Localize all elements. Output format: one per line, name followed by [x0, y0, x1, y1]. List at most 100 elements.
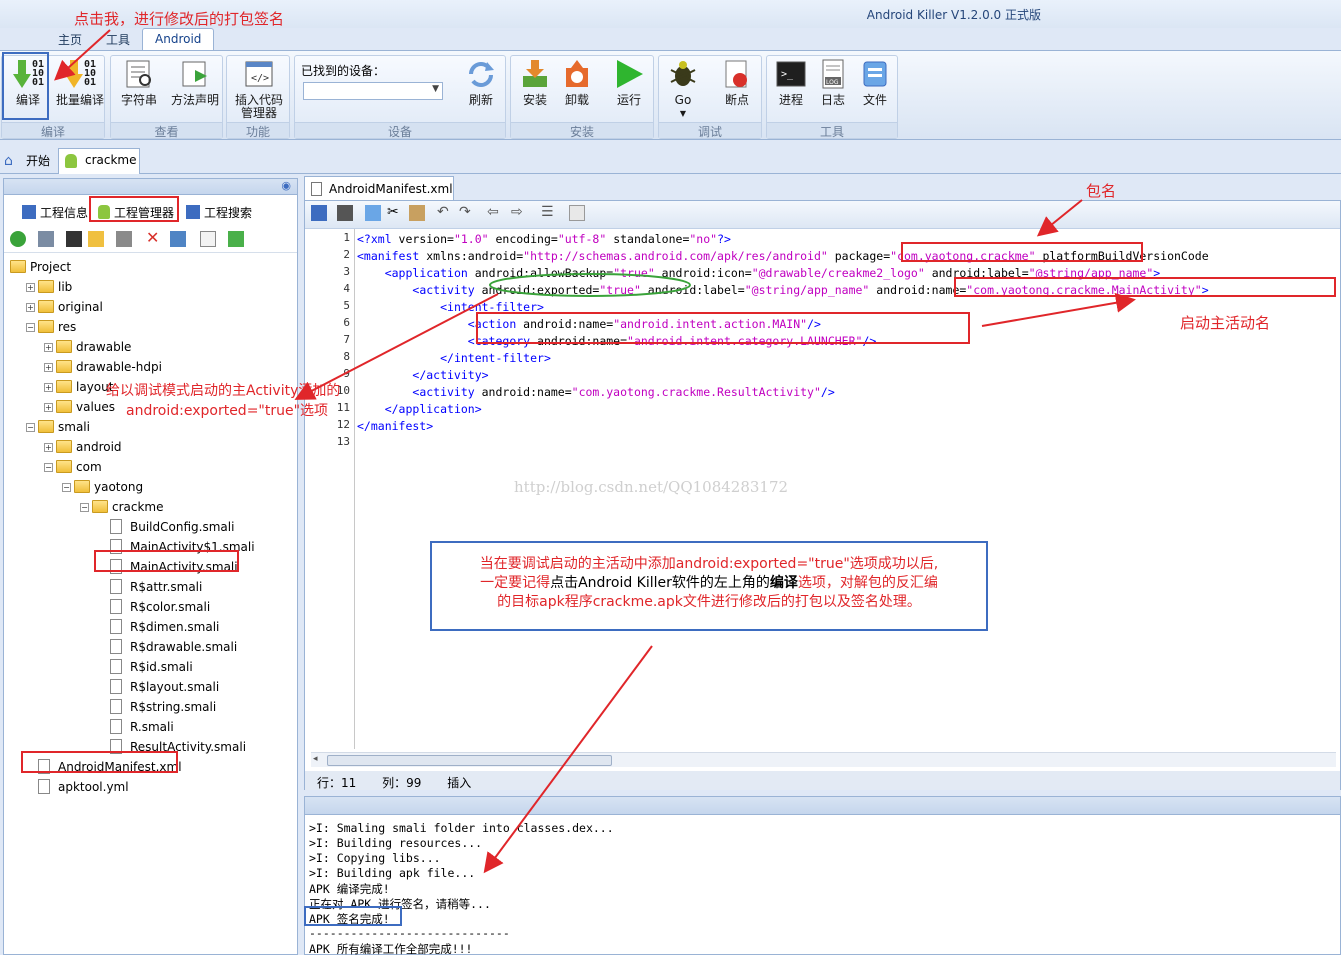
expand-toggle-icon[interactable]: − [26, 423, 35, 432]
expand-toggle-icon[interactable]: − [80, 503, 89, 512]
tree-file[interactable]: R$attr.smali [4, 577, 294, 597]
tree-file[interactable]: R.smali [4, 717, 294, 737]
file-button[interactable]: 文件 [851, 58, 899, 107]
method-decl-button[interactable]: 方法声明 [171, 58, 219, 107]
undo-icon[interactable]: ↶ [437, 205, 453, 221]
expand-toggle-icon[interactable]: + [44, 343, 53, 352]
run-button[interactable]: 运行 [605, 58, 653, 107]
go-dropdown-icon[interactable]: ▼ [659, 107, 707, 120]
tab-project-search[interactable]: 工程搜索 [184, 201, 254, 223]
refresh-icon[interactable] [10, 231, 26, 247]
refresh-button[interactable]: 刷新 [457, 58, 505, 107]
scroll-left-icon[interactable]: ◂ [313, 754, 318, 764]
image-icon[interactable] [38, 231, 54, 247]
tree-file[interactable]: R$id.smali [4, 657, 294, 677]
tree-file[interactable]: R$dimen.smali [4, 617, 294, 637]
callout-line2: 一定要记得点击Android Killer软件的左上角的编译选项，对解包的反汇编 [432, 574, 986, 593]
tab-crackme[interactable]: crackme [58, 148, 140, 174]
java-icon[interactable] [569, 205, 585, 221]
tab-tools[interactable]: 工具 [94, 28, 142, 50]
arrow-right-icon[interactable]: ⇨ [511, 205, 527, 221]
expand-toggle-icon[interactable]: − [62, 483, 71, 492]
arrow-left-icon[interactable]: ⇦ [487, 205, 503, 221]
tree-file[interactable]: R$layout.smali [4, 677, 294, 697]
insert-code-button[interactable]: </> 插入代码管理器 [231, 58, 287, 120]
tree-file[interactable]: R$color.smali [4, 597, 294, 617]
copy-icon[interactable] [365, 205, 381, 221]
annotation-package: 包名 [1086, 182, 1117, 200]
expand-toggle-icon[interactable]: + [44, 383, 53, 392]
tab-android[interactable]: Android [142, 28, 215, 50]
tree-folder[interactable]: − com [4, 457, 294, 477]
eye-icon[interactable]: ◉ [281, 179, 291, 192]
tab-start[interactable]: ⌂ 开始 [0, 148, 58, 174]
copy-icon[interactable] [170, 231, 186, 247]
expand-toggle-icon[interactable]: + [44, 443, 53, 452]
group-device: 已找到的设备： ▼ 刷新 设备 [294, 55, 506, 139]
paste-icon[interactable] [409, 205, 425, 221]
tab-project-info-label: 工程信息 [40, 206, 89, 220]
tree-folder[interactable]: + drawable-hdpi [4, 357, 294, 377]
breakpoint-icon [721, 58, 753, 90]
tree-folder[interactable]: − yaotong [4, 477, 294, 497]
batch-compile-icon: 01 10 01 [64, 58, 96, 90]
redo-icon[interactable]: ↷ [459, 205, 475, 221]
expand-toggle-icon[interactable]: − [26, 323, 35, 332]
expand-toggle-icon[interactable]: + [44, 363, 53, 372]
tree-folder[interactable]: + original [4, 297, 294, 317]
callout-line2-c: 编译 [769, 575, 798, 591]
expand-toggle-icon[interactable]: − [44, 463, 53, 472]
output-line: ----------------------------- [309, 926, 510, 940]
folder-icon [38, 420, 54, 433]
editor-tab[interactable]: AndroidManifest.xml [304, 176, 454, 200]
tree-folder[interactable]: − res [4, 317, 294, 337]
tree-item-label: R$drawable.smali [130, 640, 238, 654]
tree-file[interactable]: R$string.smali [4, 697, 294, 717]
tab-project-info[interactable]: 工程信息 [20, 201, 90, 223]
tree-folder[interactable]: − crackme [4, 497, 294, 517]
lock-icon[interactable] [311, 205, 327, 221]
document-icon[interactable] [200, 231, 216, 247]
process-button[interactable]: >_ 进程 [767, 58, 815, 107]
breakpoint-button[interactable]: 断点 [713, 58, 761, 107]
expand-toggle-icon[interactable]: + [26, 283, 35, 292]
log-button[interactable]: LOG 日志 [809, 58, 857, 107]
expand-toggle-icon[interactable]: + [44, 403, 53, 412]
tab-crackme-label: crackme [85, 153, 137, 167]
scrollbar-thumb[interactable] [327, 755, 612, 766]
delete-icon[interactable]: ✕ [146, 230, 162, 247]
go-button[interactable]: Go ▼ [659, 58, 707, 120]
svg-text:LOG: LOG [826, 79, 839, 86]
batch-compile-button[interactable]: 01 10 01 批量编译 [56, 58, 104, 107]
code-line: <?xml version="1.0" encoding="utf-8" sta… [357, 232, 731, 246]
tree-folder[interactable]: Project [4, 257, 294, 277]
book-icon[interactable] [116, 231, 132, 247]
tree-file[interactable]: R$drawable.smali [4, 637, 294, 657]
tree-file[interactable]: BuildConfig.smali [4, 517, 294, 537]
open-folder-icon[interactable] [88, 231, 104, 247]
window-icon[interactable] [66, 231, 82, 247]
tab-project-search-label: 工程搜索 [204, 206, 253, 220]
tree-folder[interactable]: + lib [4, 277, 294, 297]
cut-icon[interactable]: ✂ [387, 205, 403, 221]
strings-button[interactable]: 字符串 [115, 58, 163, 107]
save-icon[interactable] [337, 205, 353, 221]
uninstall-button[interactable]: 卸载 [553, 58, 601, 107]
terminal-icon: >_ [775, 58, 807, 90]
tree-folder[interactable]: + android [4, 437, 294, 457]
tree-folder[interactable]: − smali [4, 417, 294, 437]
install-button[interactable]: 安装 [511, 58, 559, 107]
annotation-exported-line2: android:exported="true"选项 [126, 403, 329, 419]
folder-icon [38, 300, 54, 313]
android-icon[interactable] [228, 231, 244, 247]
output-line: >I: Building apk file... [309, 866, 476, 880]
device-select[interactable]: ▼ [303, 82, 443, 100]
tab-home[interactable]: 主页 [46, 28, 94, 50]
status-mode: 插入 [447, 776, 472, 790]
horizontal-scrollbar[interactable]: ◂ [311, 752, 1336, 767]
tree-file[interactable]: apktool.yml [4, 777, 294, 797]
tree-folder[interactable]: + drawable [4, 337, 294, 357]
app-title: Android Killer V1.2.0.0 正式版 [866, 8, 1041, 22]
expand-toggle-icon[interactable]: + [26, 303, 35, 312]
format-icon[interactable]: ☰ [541, 205, 557, 221]
